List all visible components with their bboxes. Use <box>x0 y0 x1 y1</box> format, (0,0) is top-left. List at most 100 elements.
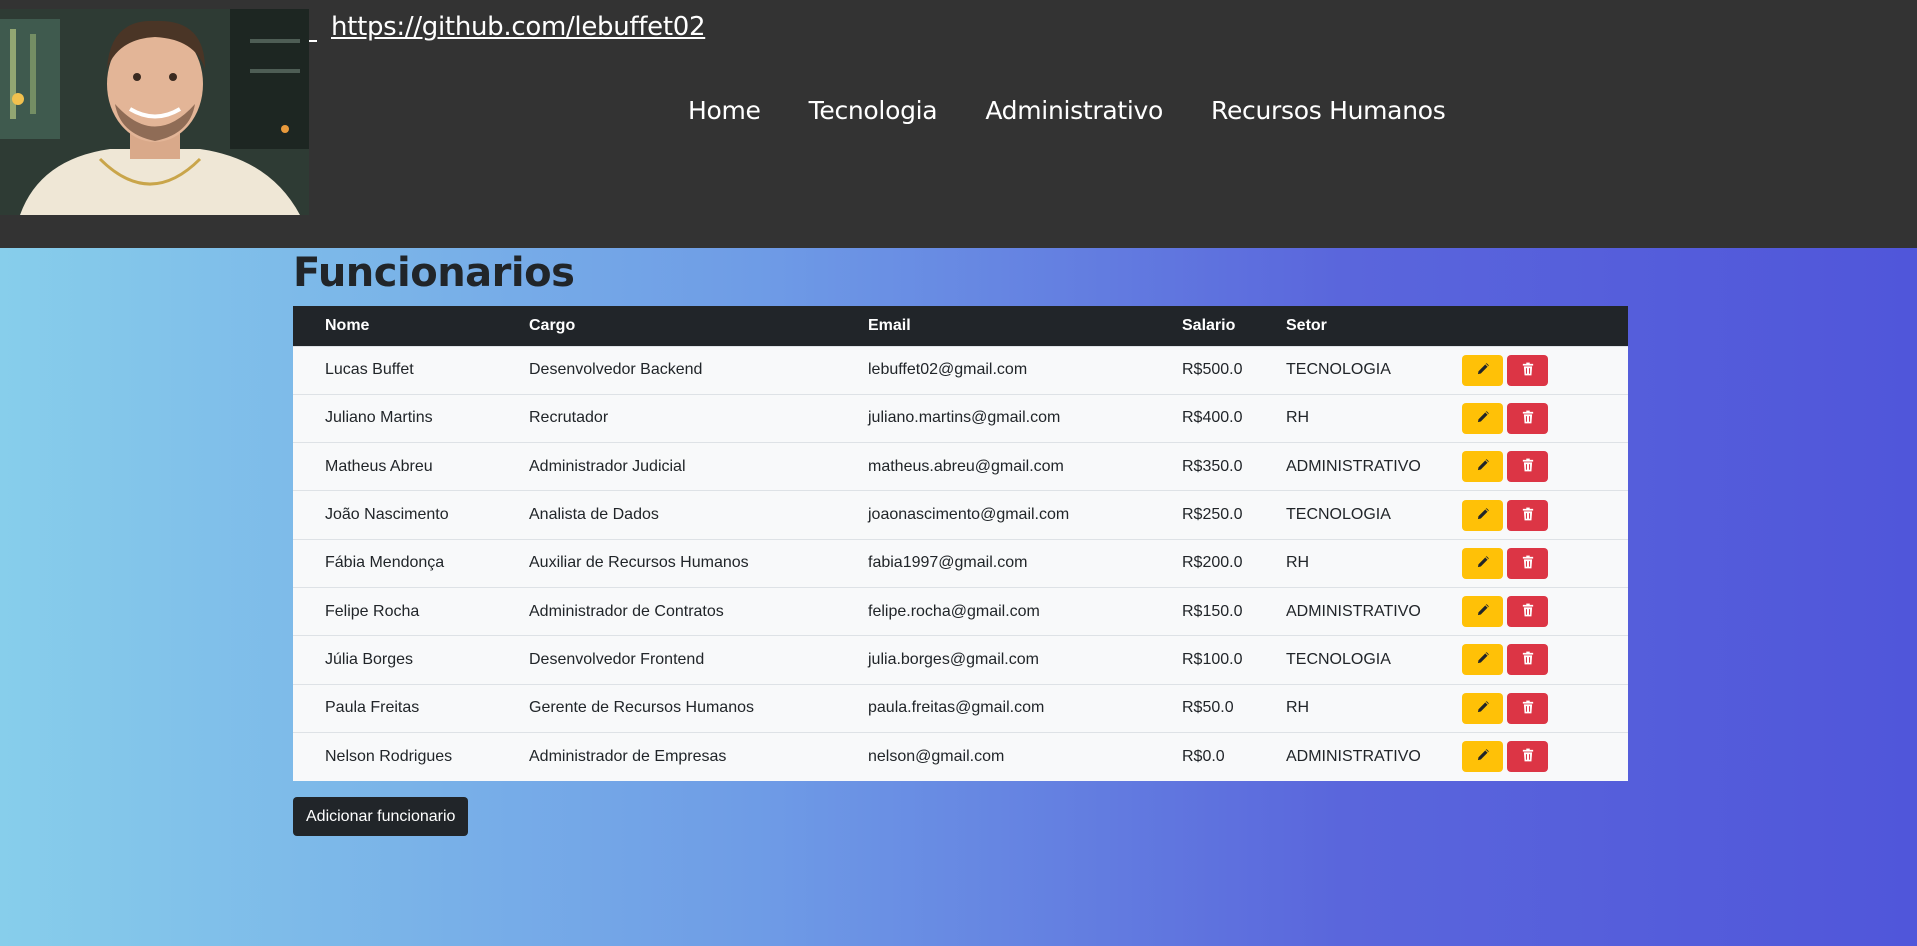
table-row: João Nascimento Analista de Dados joaonasc… <box>293 490 1628 540</box>
edit-button[interactable] <box>1462 402 1503 434</box>
delete-button[interactable] <box>1507 499 1548 531</box>
edit-button[interactable] <box>1462 644 1503 676</box>
cell-actions <box>1462 443 1628 491</box>
table-header-row: Nome Cargo Email Salario Setor <box>293 306 1628 346</box>
table-row: Juliano Martins Recrutador juliano.martins… <box>293 394 1628 443</box>
cell-setor: ADMINISTRATIVO <box>1286 747 1421 765</box>
header-salario: Salario <box>1182 316 1236 334</box>
cell-nome: Matheus Abreu <box>325 457 433 475</box>
cell-actions <box>1462 539 1628 587</box>
edit-button[interactable] <box>1462 451 1503 483</box>
edit-button[interactable] <box>1462 596 1503 628</box>
table-row: Lucas Buffet Desenvolvedor Backend lebuffe… <box>293 346 1628 395</box>
delete-button[interactable] <box>1507 547 1548 579</box>
delete-button[interactable] <box>1507 692 1548 724</box>
cell-cargo: Recrutador <box>529 409 609 427</box>
trash-icon <box>1522 362 1534 379</box>
cell-nome: Fábia Mendonça <box>325 554 445 572</box>
trash-icon <box>1522 748 1534 765</box>
header-setor: Setor <box>1286 316 1327 334</box>
edit-button[interactable] <box>1462 741 1503 773</box>
github-link[interactable]: https://github.com/lebuffet02 <box>331 12 706 42</box>
trash-icon <box>1522 555 1534 572</box>
cell-salario: R$50.0 <box>1182 699 1234 717</box>
cell-salario: R$400.0 <box>1182 409 1243 427</box>
cell-email: paula.freitas@gmail.com <box>868 699 1045 717</box>
cell-cargo: Desenvolvedor Backend <box>529 361 703 379</box>
cell-nome: Felipe Rocha <box>325 602 420 620</box>
table-row: Nelson Rodrigues Administrador de Empresa… <box>293 732 1628 781</box>
cell-nome: Paula Freitas <box>325 699 420 717</box>
cell-cargo: Desenvolvedor Frontend <box>529 650 705 668</box>
edit-button[interactable] <box>1462 692 1503 724</box>
link-underline <box>309 12 317 42</box>
delete-button[interactable] <box>1507 402 1548 434</box>
cell-cargo: Analista de Dados <box>529 506 659 524</box>
cell-actions <box>1462 684 1628 732</box>
trash-icon <box>1522 651 1534 668</box>
delete-button[interactable] <box>1507 451 1548 483</box>
nav-administrativo[interactable]: Administrativo <box>985 96 1163 125</box>
trash-icon <box>1522 700 1534 717</box>
cell-nome: Juliano Martins <box>325 409 433 427</box>
cell-salario: R$250.0 <box>1182 506 1243 524</box>
cell-actions <box>1462 636 1628 684</box>
trash-icon <box>1522 603 1534 620</box>
employees-table-container: Nome Cargo Email Salario Setor Lucas Buf… <box>293 306 1628 781</box>
nav-home[interactable]: Home <box>688 96 761 125</box>
pencil-icon <box>1476 700 1490 717</box>
edit-button[interactable] <box>1462 547 1503 579</box>
cell-salario: R$100.0 <box>1182 650 1243 668</box>
cell-setor: RH <box>1286 699 1310 717</box>
cell-cargo: Administrador Judicial <box>529 457 686 475</box>
cell-cargo: Gerente de Recursos Humanos <box>529 699 754 717</box>
edit-button[interactable] <box>1462 354 1503 386</box>
delete-button[interactable] <box>1507 741 1548 773</box>
delete-button[interactable] <box>1507 354 1548 386</box>
cell-email: felipe.rocha@gmail.com <box>868 602 1040 620</box>
cell-email: joaonascimento@gmail.com <box>868 506 1070 524</box>
cell-setor: RH <box>1286 409 1310 427</box>
cell-email: juliano.martins@gmail.com <box>868 409 1061 427</box>
pencil-icon <box>1476 507 1490 524</box>
table-row: Felipe Rocha Administrador de Contratos fe… <box>293 587 1628 636</box>
pencil-icon <box>1476 410 1490 427</box>
table-header: Nome Cargo Email Salario Setor <box>293 306 1628 346</box>
pencil-icon <box>1476 555 1490 572</box>
cell-email: matheus.abreu@gmail.com <box>868 457 1064 475</box>
table-row: Júlia Borges Desenvolvedor Frontend julia.… <box>293 635 1628 685</box>
cell-actions <box>1462 587 1628 635</box>
delete-button[interactable] <box>1507 644 1548 676</box>
profile-photo <box>0 9 309 215</box>
cell-salario: R$150.0 <box>1182 602 1243 620</box>
cell-cargo: Administrador de Contratos <box>529 602 724 620</box>
header-cargo: Cargo <box>529 316 576 334</box>
pencil-icon <box>1476 651 1490 668</box>
pencil-icon <box>1476 748 1490 765</box>
pencil-icon <box>1476 362 1490 379</box>
cell-salario: R$350.0 <box>1182 457 1243 475</box>
delete-button[interactable] <box>1507 596 1548 628</box>
nav-recursos-humanos[interactable]: Recursos Humanos <box>1211 96 1446 125</box>
page-title: Funcionarios <box>293 250 575 296</box>
header-nome: Nome <box>325 316 370 334</box>
pencil-icon <box>1476 458 1490 475</box>
cell-email: nelson@gmail.com <box>868 747 1005 765</box>
cell-email: fabia1997@gmail.com <box>868 554 1028 572</box>
employees-table: Nome Cargo Email Salario Setor Lucas Buf… <box>293 306 1628 781</box>
cell-actions <box>1462 394 1628 442</box>
cell-actions <box>1462 732 1628 780</box>
header-actions <box>1462 306 1628 346</box>
edit-button[interactable] <box>1462 499 1503 531</box>
nav-tecnologia[interactable]: Tecnologia <box>809 96 938 125</box>
cell-salario: R$0.0 <box>1182 747 1225 765</box>
cell-nome: Júlia Borges <box>325 650 414 668</box>
cell-nome: João Nascimento <box>325 506 449 524</box>
trash-icon <box>1522 507 1534 524</box>
cell-salario: R$500.0 <box>1182 361 1243 379</box>
cell-cargo: Administrador de Empresas <box>529 747 727 765</box>
pencil-icon <box>1476 603 1490 620</box>
cell-setor: RH <box>1286 554 1310 572</box>
cell-setor: TECNOLOGIA <box>1286 506 1391 524</box>
add-employee-button[interactable]: Adicionar funcionario <box>293 797 469 836</box>
